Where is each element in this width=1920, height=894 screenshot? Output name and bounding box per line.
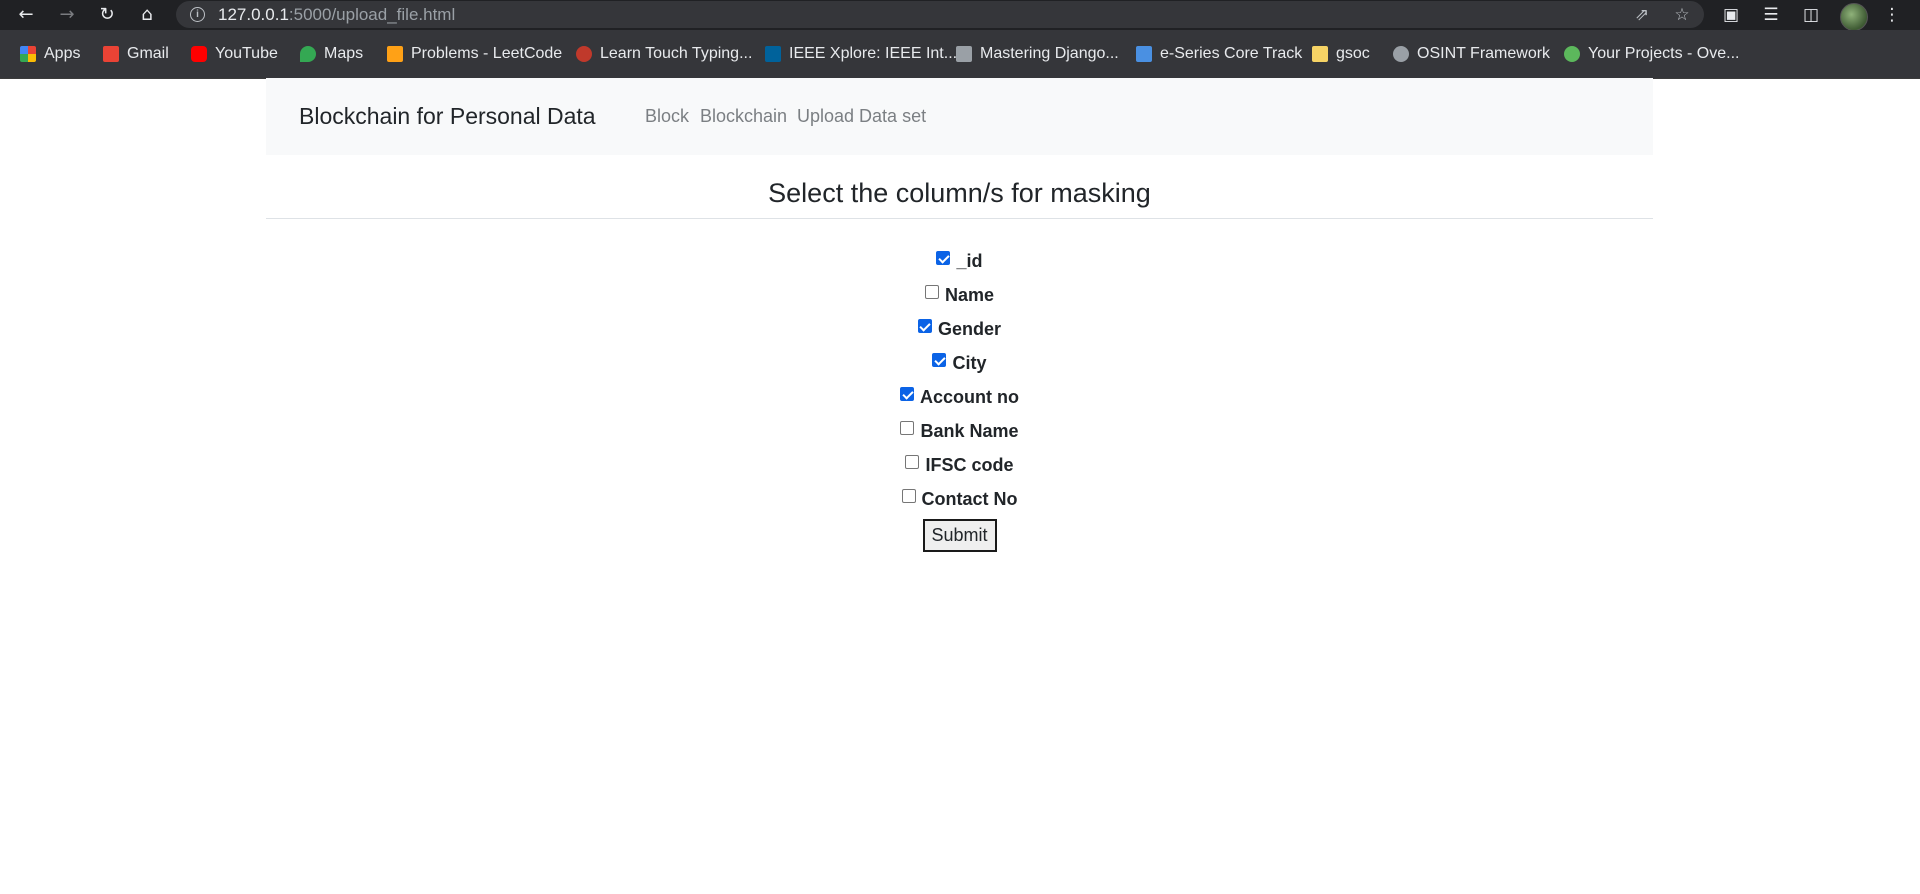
folder-icon xyxy=(1312,46,1328,62)
bookmark-label: Maps xyxy=(324,45,364,62)
ieee-icon xyxy=(765,46,781,62)
bookmark-label: Your Projects - Ove... xyxy=(1588,45,1740,62)
column-option: Bank Name xyxy=(266,414,1653,448)
column-option: Name xyxy=(266,278,1653,312)
leetcode-icon xyxy=(387,46,403,62)
column-checkbox[interactable] xyxy=(905,455,920,469)
address-bar[interactable]: i 127.0.0.1:5000/upload_file.html ⇗ ☆ xyxy=(176,1,1704,28)
gmail-icon xyxy=(103,46,119,62)
bookmark-gmail[interactable]: Gmail xyxy=(103,44,169,64)
url-host: 127.0.0.1 xyxy=(218,5,289,24)
column-checkbox[interactable] xyxy=(924,285,939,299)
forward-arrow-icon[interactable]: → xyxy=(55,3,79,27)
bookmark-typing[interactable]: Learn Touch Typing... xyxy=(576,44,752,64)
column-checkbox[interactable] xyxy=(900,421,915,435)
column-select-form: _id Name Gender City Account no Bank Nam… xyxy=(266,244,1653,552)
bookmark-label: IEEE Xplore: IEEE Int... xyxy=(789,45,958,62)
column-label[interactable]: _id xyxy=(956,251,982,272)
submit-button[interactable]: Submit xyxy=(922,519,997,552)
column-checkbox[interactable] xyxy=(901,489,916,503)
bookmarks-bar: Apps Gmail YouTube Maps Problems - LeetC… xyxy=(0,30,1920,79)
apps-grid-icon xyxy=(20,46,36,62)
bookmark-apps[interactable]: Apps xyxy=(20,44,80,64)
bookmark-django[interactable]: Mastering Django... xyxy=(956,44,1119,64)
browser-toolbar: ← → ↻ ⌂ i 127.0.0.1:5000/upload_file.htm… xyxy=(0,0,1920,31)
side-panel-icon[interactable]: ◫ xyxy=(1799,3,1823,27)
column-option: City xyxy=(266,346,1653,380)
site-navbar: Blockchain for Personal Data Block Block… xyxy=(266,78,1653,155)
home-icon[interactable]: ⌂ xyxy=(135,3,159,27)
column-checkbox[interactable] xyxy=(917,319,932,333)
divider xyxy=(266,218,1653,219)
column-label[interactable]: IFSC code xyxy=(925,455,1013,476)
bookmark-label: e-Series Core Track xyxy=(1160,45,1303,62)
bookmark-label: OSINT Framework xyxy=(1417,45,1551,62)
url-text[interactable]: 127.0.0.1:5000/upload_file.html xyxy=(218,5,455,25)
column-label[interactable]: Contact No xyxy=(922,489,1018,510)
eseries-icon xyxy=(1136,46,1152,62)
nav-link-upload-data-set[interactable]: Upload Data set xyxy=(797,106,926,127)
projects-icon xyxy=(1564,46,1580,62)
column-label[interactable]: City xyxy=(952,353,986,374)
profile-avatar[interactable] xyxy=(1840,3,1868,31)
typing-ninja-icon xyxy=(576,46,592,62)
maps-pin-icon xyxy=(300,46,316,62)
bookmark-maps[interactable]: Maps xyxy=(300,44,363,64)
bookmark-star-icon[interactable]: ☆ xyxy=(1671,4,1693,26)
column-label[interactable]: Gender xyxy=(938,319,1001,340)
bookmark-label: Problems - LeetCode xyxy=(411,45,563,62)
bookmark-leetcode[interactable]: Problems - LeetCode xyxy=(387,44,562,64)
column-checkbox[interactable] xyxy=(900,387,914,401)
bookmark-osint[interactable]: OSINT Framework xyxy=(1393,44,1550,64)
info-icon[interactable]: i xyxy=(190,7,205,22)
column-option: Gender xyxy=(266,312,1653,346)
book-icon xyxy=(956,46,972,62)
reload-icon[interactable]: ↻ xyxy=(95,3,119,27)
column-label[interactable]: Name xyxy=(945,285,994,306)
column-option: IFSC code xyxy=(266,448,1653,482)
column-option: _id xyxy=(266,244,1653,278)
bookmark-ieee[interactable]: IEEE Xplore: IEEE Int... xyxy=(765,44,957,64)
bookmark-label: YouTube xyxy=(215,45,278,62)
column-option: Account no xyxy=(266,380,1653,414)
column-label[interactable]: Account no xyxy=(920,387,1019,408)
column-label[interactable]: Bank Name xyxy=(920,421,1018,442)
column-option: Contact No xyxy=(266,482,1653,516)
bookmark-label: Apps xyxy=(44,45,81,62)
bookmark-projects[interactable]: Your Projects - Ove... xyxy=(1564,44,1739,64)
url-path: :5000/upload_file.html xyxy=(288,5,456,24)
nav-link-block[interactable]: Block xyxy=(645,106,689,127)
globe-icon xyxy=(1393,46,1409,62)
back-arrow-icon[interactable]: ← xyxy=(14,3,38,27)
bookmark-gsoc[interactable]: gsoc xyxy=(1312,44,1370,64)
bookmark-label: Mastering Django... xyxy=(980,45,1119,62)
page-heading: Select the column/s for masking xyxy=(768,178,1151,208)
nav-link-blockchain[interactable]: Blockchain xyxy=(700,106,787,127)
bookmark-eseries[interactable]: e-Series Core Track xyxy=(1136,44,1302,64)
media-queue-icon[interactable]: ☰ xyxy=(1759,3,1783,27)
bookmark-label: Gmail xyxy=(127,45,169,62)
bookmark-label: Learn Touch Typing... xyxy=(600,45,753,62)
bookmark-youtube[interactable]: YouTube xyxy=(191,44,278,64)
menu-kebab-icon[interactable]: ⋮ xyxy=(1880,3,1904,27)
navbar-brand[interactable]: Blockchain for Personal Data xyxy=(299,103,596,130)
extensions-puzzle-icon[interactable]: ▣ xyxy=(1719,3,1743,27)
column-checkbox[interactable] xyxy=(932,353,947,367)
bookmark-label: gsoc xyxy=(1336,45,1370,62)
youtube-icon xyxy=(191,46,207,62)
column-checkbox[interactable] xyxy=(936,251,951,265)
share-icon[interactable]: ⇗ xyxy=(1631,4,1653,26)
